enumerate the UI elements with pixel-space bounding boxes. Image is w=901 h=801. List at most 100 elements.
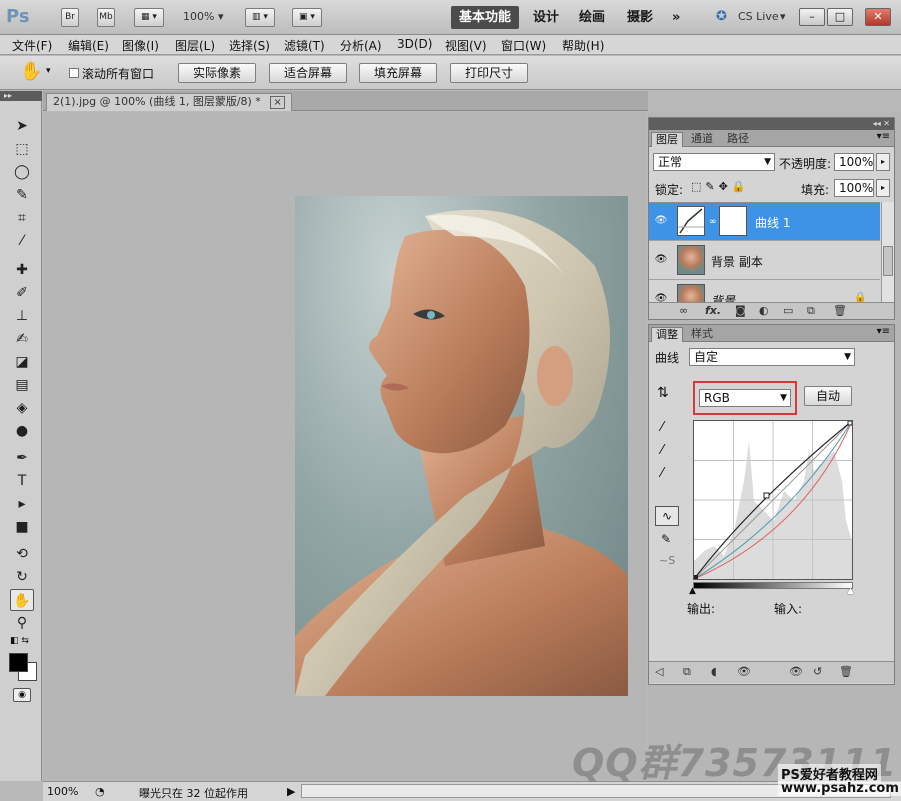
- on-image-adjust-icon[interactable]: ⇅: [657, 385, 669, 401]
- print-size-button[interactable]: 打印尺寸: [450, 63, 528, 83]
- scroll-all-windows-checkbox[interactable]: [69, 68, 79, 78]
- fit-screen-button[interactable]: 适合屏幕: [269, 63, 347, 83]
- auto-button[interactable]: 自动: [804, 386, 852, 406]
- layer-mask-thumbnail[interactable]: [719, 206, 747, 236]
- view-previous-state-icon[interactable]: 👁: [789, 665, 803, 678]
- gray-point-eyedropper-icon[interactable]: ⁄: [661, 443, 663, 458]
- menu-help[interactable]: 帮助(H): [562, 37, 604, 54]
- close-document-icon[interactable]: ×: [270, 96, 285, 109]
- gradient-tool-icon[interactable]: ▤: [10, 374, 34, 396]
- curve-pencil-tool-icon[interactable]: ✎: [661, 532, 671, 546]
- 3d-orbit-tool-icon[interactable]: ↻: [10, 566, 34, 588]
- new-layer-icon[interactable]: ⧉: [807, 304, 815, 318]
- status-menu-arrow-icon[interactable]: ▶: [287, 785, 295, 798]
- menu-3d[interactable]: 3D(D): [397, 37, 432, 51]
- move-tool-icon[interactable]: ➤: [10, 115, 34, 137]
- document-tab[interactable]: 2(1).jpg @ 100% (曲线 1, 图层蒙版/8) * ×: [46, 93, 292, 111]
- fill-input[interactable]: 100%: [834, 179, 874, 197]
- black-point-eyedropper-icon[interactable]: ⁄: [661, 420, 663, 435]
- default-colors-icon[interactable]: ◧ ⇆: [10, 636, 29, 646]
- menu-analysis[interactable]: 分析(A): [340, 37, 382, 54]
- toggle-visibility-eye-icon[interactable]: 👁: [737, 665, 751, 678]
- tab-styles[interactable]: 样式: [687, 327, 717, 342]
- visibility-eye-icon[interactable]: 👁: [654, 293, 668, 302]
- mini-bridge-button[interactable]: Mb: [97, 8, 115, 27]
- add-mask-icon[interactable]: ◙: [735, 304, 746, 317]
- minimize-button[interactable]: –: [799, 8, 825, 26]
- panel-collapse-grip[interactable]: ▸▸: [0, 91, 42, 101]
- more-workspaces-button[interactable]: »: [664, 6, 688, 29]
- curves-graph[interactable]: [693, 420, 853, 580]
- tab-layers[interactable]: 图层: [651, 132, 683, 147]
- layer-name[interactable]: 曲线 1: [755, 214, 790, 231]
- menu-view[interactable]: 视图(V): [445, 37, 487, 54]
- view-extras-button[interactable]: ▦ ▾: [134, 8, 164, 27]
- status-preview-icon[interactable]: ◔: [95, 785, 105, 798]
- hand-tool-icon[interactable]: ✋: [20, 61, 42, 82]
- fill-slider-button[interactable]: ▸: [876, 179, 890, 197]
- zoom-dropdown-icon[interactable]: ▾: [218, 10, 224, 23]
- hand-tool-icon[interactable]: ✋: [10, 589, 34, 611]
- tab-channels[interactable]: 通道: [687, 132, 717, 147]
- white-point-eyedropper-icon[interactable]: ⁄: [661, 466, 663, 481]
- clone-stamp-tool-icon[interactable]: ⊥: [10, 305, 34, 327]
- layer-name[interactable]: 背景 副本: [711, 253, 763, 270]
- channel-select[interactable]: RGB ▼: [699, 389, 791, 407]
- bridge-button[interactable]: Br: [61, 8, 79, 27]
- actual-pixels-button[interactable]: 实际像素: [178, 63, 256, 83]
- history-brush-tool-icon[interactable]: ✍: [10, 328, 34, 350]
- 3d-rotate-tool-icon[interactable]: ⟲: [10, 543, 34, 565]
- visibility-eye-icon[interactable]: 👁: [654, 254, 668, 266]
- blur-tool-icon[interactable]: ◈: [10, 397, 34, 419]
- tool-preset-dropdown-icon[interactable]: ▾: [46, 66, 51, 76]
- new-group-icon[interactable]: ▭: [783, 304, 793, 317]
- opacity-slider-button[interactable]: ▸: [876, 153, 890, 171]
- tab-paths[interactable]: 路径: [723, 132, 753, 147]
- panel-menu-icon[interactable]: ▾≡: [877, 326, 890, 337]
- healing-brush-tool-icon[interactable]: ✚: [10, 259, 34, 281]
- workspace-design[interactable]: 设计: [525, 6, 567, 29]
- layer-row-curves[interactable]: 👁 ∞ 曲线 1: [649, 203, 880, 241]
- shape-tool-icon[interactable]: ■: [10, 516, 34, 538]
- cs-live-button[interactable]: CS Live: [738, 10, 779, 23]
- lock-icons[interactable]: ⬚✎✥🔒: [691, 180, 750, 193]
- menu-file[interactable]: 文件(F): [12, 37, 52, 54]
- link-layers-icon[interactable]: ∞: [679, 304, 688, 317]
- zoom-tool-icon[interactable]: ⚲: [10, 612, 34, 634]
- quick-mask-icon[interactable]: ◉: [13, 688, 31, 702]
- close-window-button[interactable]: ✕: [865, 8, 891, 26]
- menu-edit[interactable]: 编辑(E): [68, 37, 109, 54]
- arrange-documents-button[interactable]: ▥ ▾: [245, 8, 275, 27]
- panel-header-grip[interactable]: ◂◂ ✕: [649, 118, 894, 130]
- menu-layer[interactable]: 图层(L): [175, 37, 215, 54]
- menu-image[interactable]: 图像(I): [122, 37, 159, 54]
- visibility-eye-icon[interactable]: 👁: [654, 215, 668, 227]
- layers-scrollbar[interactable]: [881, 202, 894, 302]
- black-input-slider[interactable]: ▲: [689, 586, 696, 596]
- type-tool-icon[interactable]: T: [10, 470, 34, 492]
- lasso-tool-icon[interactable]: ◯: [10, 161, 34, 183]
- curve-point-tool-icon[interactable]: ∿: [655, 506, 679, 526]
- blend-mode-select[interactable]: 正常 ▼: [653, 153, 775, 171]
- eraser-tool-icon[interactable]: ◪: [10, 351, 34, 373]
- curves-preset-select[interactable]: 自定 ▼: [689, 348, 855, 366]
- clip-to-layer-icon[interactable]: ◖: [711, 665, 717, 678]
- fill-screen-button[interactable]: 填充屏幕: [359, 63, 437, 83]
- dodge-tool-icon[interactable]: ●: [10, 420, 34, 442]
- expanded-view-icon[interactable]: ⧉: [683, 665, 691, 679]
- brush-tool-icon[interactable]: ✐: [10, 282, 34, 304]
- menu-select[interactable]: 选择(S): [229, 37, 270, 54]
- cs-live-dropdown-icon[interactable]: ▾: [780, 10, 786, 23]
- screen-mode-button[interactable]: ▣ ▾: [292, 8, 322, 27]
- fx-icon[interactable]: fx.: [705, 304, 721, 317]
- marquee-tool-icon[interactable]: ⬚: [10, 138, 34, 160]
- adjustment-layer-icon[interactable]: ◐: [759, 304, 769, 317]
- eyedropper-tool-icon[interactable]: ⁄: [10, 230, 34, 252]
- workspace-photography[interactable]: 摄影: [619, 6, 661, 29]
- path-selection-tool-icon[interactable]: ▸: [10, 493, 34, 515]
- menu-window[interactable]: 窗口(W): [501, 37, 546, 54]
- status-zoom[interactable]: 100%: [47, 785, 78, 798]
- back-arrow-icon[interactable]: ◁: [655, 665, 663, 678]
- smooth-curve-icon[interactable]: ~S: [659, 554, 675, 567]
- workspace-painting[interactable]: 绘画: [571, 6, 613, 29]
